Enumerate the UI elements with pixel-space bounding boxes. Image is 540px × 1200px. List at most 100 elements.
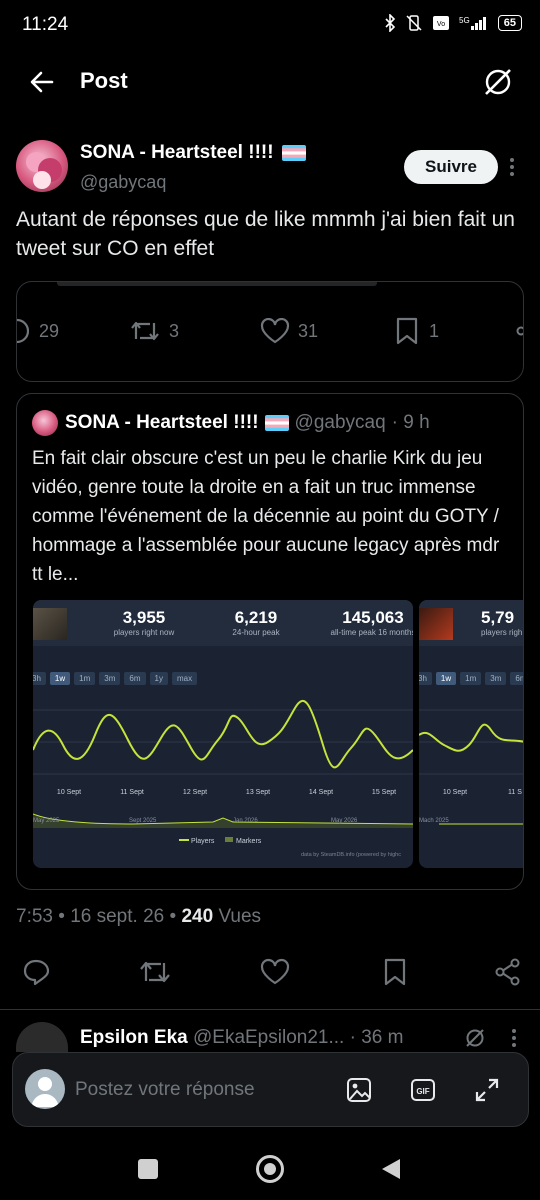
svg-text:May 2026: May 2026: [331, 818, 358, 824]
steamdb-chart-image[interactable]: 3,955 players right now 6,219 24-hour pe…: [33, 600, 413, 868]
svg-text:May 2025: May 2025: [33, 818, 60, 824]
reply-grok-icon[interactable]: [464, 1027, 486, 1049]
embedded-like-count[interactable]: 31: [260, 318, 318, 344]
author-handle[interactable]: @gabycaq: [80, 172, 166, 193]
more-vertical-icon: [510, 158, 514, 176]
like-button[interactable]: [260, 958, 290, 986]
vibrate-off-icon: [406, 15, 422, 31]
back-button[interactable]: [28, 68, 56, 96]
bluetooth-icon: [385, 14, 395, 32]
add-image-button[interactable]: [346, 1077, 372, 1103]
retweet-icon: [140, 961, 170, 983]
svg-text:11 S: 11 S: [508, 789, 522, 796]
image-icon: [347, 1078, 371, 1102]
tweet-date: 16 sept. 26: [70, 906, 165, 927]
embedded-bookmark-count[interactable]: 1: [395, 317, 439, 345]
status-time: 11:24: [22, 14, 69, 35]
recents-button[interactable]: [138, 1159, 158, 1179]
range-selector: 3h 1w 1m 3m 6m 1y max: [33, 672, 198, 685]
expand-icon: [475, 1078, 499, 1102]
reply-composer[interactable]: Postez votre réponse GIF: [12, 1052, 529, 1127]
status-icons: Vo 5G 65: [384, 14, 522, 32]
more-options-button[interactable]: [508, 156, 516, 178]
arrow-left-icon: [30, 71, 54, 93]
quoted-tweet-card[interactable]: SONA - Heartsteel !!!! @gabycaq · 9 h En…: [16, 393, 524, 890]
game-thumbnail-2: [419, 608, 453, 640]
range-selector-2: 3h 1w 1m 3m 6m: [419, 672, 523, 685]
players-line-chart: 10 Sept 11 Sept 12 Sept 13 Sept 14 Sept …: [33, 700, 413, 858]
follow-button[interactable]: Suivre: [404, 150, 498, 184]
x-label-1: 11 Sept: [120, 789, 144, 796]
svg-text:Jan 2026: Jan 2026: [233, 818, 258, 824]
share-icon: [495, 958, 520, 986]
x-label-3: 13 Sept: [246, 789, 270, 796]
tweet-time: 7:53: [16, 906, 53, 927]
embedded-tweet-card[interactable]: 29 3 31 1: [16, 281, 524, 382]
default-avatar-icon: [31, 1077, 59, 1107]
share-button[interactable]: [494, 958, 522, 986]
reply-author-handle: @EkaEpsilon21...: [192, 1027, 345, 1048]
author-name[interactable]: SONA - Heartsteel !!!!: [80, 142, 274, 164]
reply-more-button[interactable]: [510, 1028, 518, 1048]
page-title: Post: [80, 68, 128, 93]
svg-text:Vo: Vo: [437, 21, 445, 28]
reply-author-name: Epsilon Eka: [80, 1027, 188, 1048]
reply-icon: [23, 959, 50, 986]
svg-text:GIF: GIF: [416, 1087, 429, 1096]
heart-icon: [260, 958, 290, 985]
heart-icon: [260, 318, 290, 344]
gif-icon: GIF: [411, 1079, 435, 1101]
stat-24h-peak: 6,219 24-hour peak: [232, 608, 280, 637]
range-max: max: [171, 672, 198, 685]
players-line-chart-2: 10 Sept 11 S Mach 2025: [419, 709, 523, 825]
stat-players-now-2: 5,79 players righ: [481, 608, 523, 637]
trans-flag-icon: [264, 415, 289, 431]
retweet-icon: [131, 321, 159, 341]
reply-input[interactable]: Postez votre réponse: [75, 1079, 255, 1101]
add-gif-button[interactable]: GIF: [410, 1077, 436, 1103]
range-3h: 3h: [33, 672, 46, 685]
cropped-text-line: [57, 282, 377, 286]
back-nav-button[interactable]: [380, 1157, 402, 1181]
home-button[interactable]: [256, 1155, 284, 1183]
volte-icon: Vo: [432, 16, 449, 30]
legend-players: Players: [191, 838, 215, 845]
steamdb-chart-image-2[interactable]: 5,79 players righ 3h 1w 1m 3m 6m 10 Sept…: [419, 600, 523, 868]
x-label-5: 15 Sept: [372, 789, 396, 796]
grok-button[interactable]: [482, 66, 514, 98]
battery-indicator: 65: [497, 15, 522, 31]
tweet-action-bar: [0, 954, 540, 990]
stat-all-time-peak: 145,063 all-time peak 16 months: [330, 608, 413, 637]
expand-composer-button[interactable]: [474, 1077, 500, 1103]
chart-credit: data by SteamDB.info (powered by highc: [301, 852, 401, 858]
x-label-2: 12 Sept: [183, 789, 207, 796]
stat-players-now: 3,955 players right now: [113, 608, 175, 637]
bookmark-button[interactable]: [383, 958, 407, 986]
author-avatar[interactable]: [16, 140, 68, 192]
x-label-0: 10 Sept: [57, 789, 81, 796]
user-avatar: [25, 1069, 65, 1109]
bookmark-icon: [384, 958, 406, 986]
reply-avatar[interactable]: [16, 1022, 68, 1052]
x-label-4: 14 Sept: [309, 789, 333, 796]
quote-author-handle: @gabycaq: [294, 412, 386, 433]
quote-author-name: SONA - Heartsteel !!!!: [65, 412, 259, 433]
signal-icon: 5G: [459, 16, 486, 30]
range-3m: 3m: [99, 672, 121, 685]
grok-icon: [485, 69, 511, 95]
back-triangle-icon: [382, 1159, 400, 1179]
status-bar: 11:24 Vo 5G 65: [0, 0, 540, 50]
reply-author-row[interactable]: Epsilon Eka @EkaEpsilon21... · 36 m: [80, 1027, 403, 1049]
share-icon-partial: [516, 326, 523, 336]
system-nav-bar: [0, 1130, 540, 1200]
embedded-reply-count[interactable]: 29: [17, 318, 59, 344]
reply-button[interactable]: [22, 958, 50, 986]
quote-author-avatar: [32, 410, 58, 436]
legend-markers: Markers: [236, 838, 262, 845]
grok-icon: [466, 1029, 484, 1047]
svg-text:Mach 2025: Mach 2025: [419, 818, 449, 824]
embedded-retweet-count[interactable]: 3: [129, 319, 179, 343]
range-6m: 6m: [124, 672, 146, 685]
svg-text:Sept 2025: Sept 2025: [129, 818, 157, 824]
retweet-button[interactable]: [138, 958, 172, 986]
